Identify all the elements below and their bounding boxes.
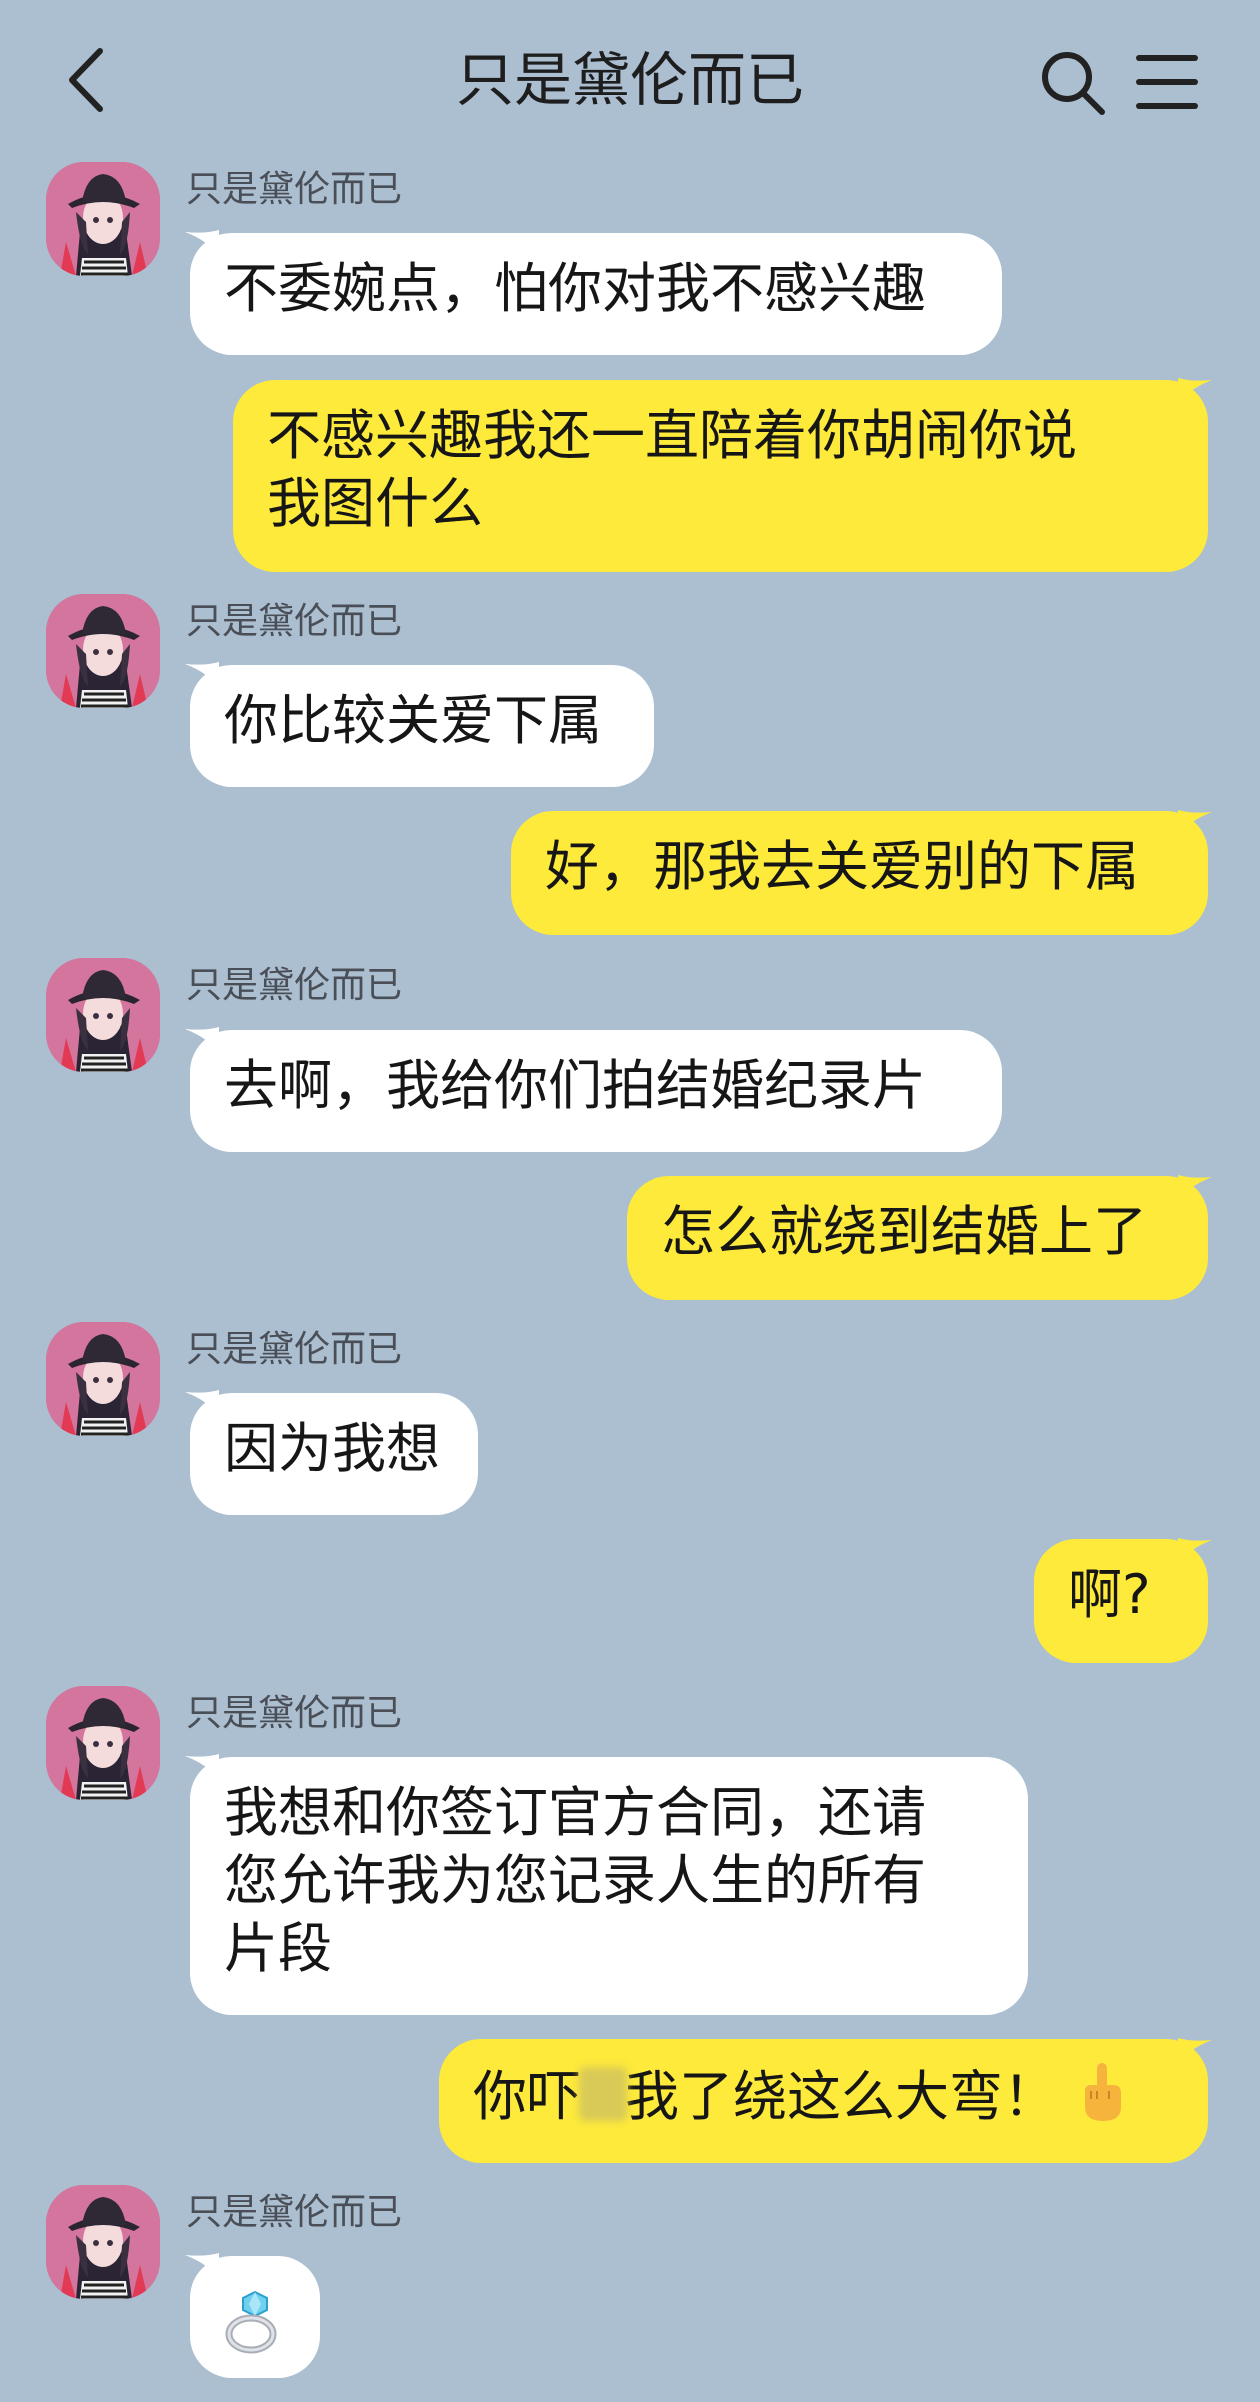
- avatar-image: [46, 958, 160, 1072]
- avatar-image: [46, 162, 160, 276]
- contact-avatar[interactable]: [46, 162, 160, 276]
- incoming-message[interactable]: 去啊，我给你们拍结婚纪录片: [190, 1030, 1002, 1152]
- search-icon: [1042, 52, 1105, 115]
- contact-avatar[interactable]: [46, 958, 160, 1072]
- censored-character: [579, 2067, 627, 2121]
- incoming-message[interactable]: 不委婉点，怕你对我不感兴趣: [190, 233, 1002, 355]
- contact-avatar[interactable]: [46, 1686, 160, 1800]
- message-text-part: 你吓: [473, 2065, 581, 2128]
- contact-avatar[interactable]: [46, 2185, 160, 2299]
- incoming-message[interactable]: 你比较关爱下属: [190, 665, 654, 787]
- sender-name: 只是黛伦而已: [186, 1329, 403, 1370]
- avatar-image: [46, 2185, 160, 2299]
- sender-name: 只是黛伦而已: [186, 169, 403, 210]
- contact-avatar[interactable]: [46, 594, 160, 708]
- incoming-message[interactable]: 我想和你签订官方合同，还请 您允许我为您记录人生的所有 片段: [190, 1757, 1028, 2015]
- outgoing-message[interactable]: 啊?: [1034, 1539, 1208, 1663]
- search-button[interactable]: [1040, 50, 1106, 116]
- outgoing-message[interactable]: 你吓 我了绕这么大弯！: [439, 2039, 1208, 2163]
- sender-name: 只是黛伦而已: [186, 2192, 403, 2233]
- menu-button[interactable]: [1136, 52, 1198, 112]
- avatar-image: [46, 1322, 160, 1436]
- chat-header: 只是黛伦而已: [0, 0, 1260, 160]
- outgoing-message[interactable]: 怎么就绕到结婚上了: [627, 1176, 1208, 1300]
- sender-name: 只是黛伦而已: [186, 965, 403, 1006]
- outgoing-message[interactable]: 好，那我去关爱别的下属: [511, 811, 1208, 935]
- ring-emoji-icon: [225, 2290, 277, 2354]
- sender-name: 只是黛伦而已: [186, 1693, 403, 1734]
- sender-name: 只是黛伦而已: [186, 601, 403, 642]
- middle-finger-emoji-icon: [1085, 2063, 1121, 2121]
- incoming-message[interactable]: 因为我想: [190, 1393, 478, 1515]
- avatar-image: [46, 1686, 160, 1800]
- outgoing-message[interactable]: 不感兴趣我还一直陪着你胡闹你说 我图什么: [233, 380, 1208, 572]
- contact-avatar[interactable]: [46, 1322, 160, 1436]
- hamburger-menu-icon: [1136, 55, 1198, 109]
- message-text-part: 我了绕这么大弯！: [625, 2065, 1057, 2128]
- avatar-image: [46, 594, 160, 708]
